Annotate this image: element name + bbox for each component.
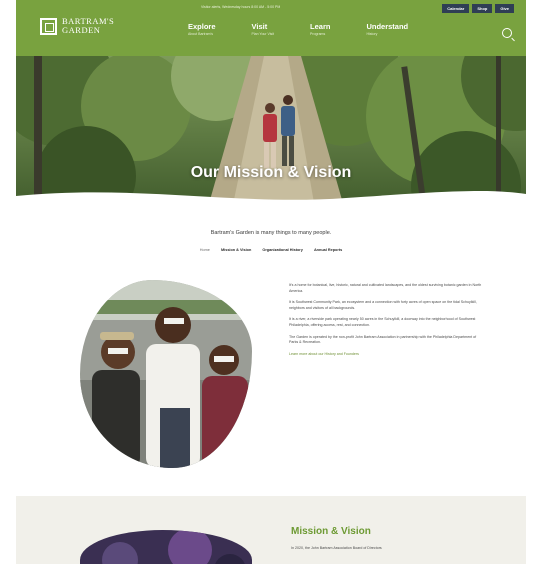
page-title: Our Mission & Vision <box>190 164 352 181</box>
nav-label: Explore <box>188 22 216 31</box>
top-notice[interactable]: Visitor alerts, Wednesday hours 8:00 AM … <box>201 5 280 9</box>
nav-item-learn[interactable]: Learn Programs <box>310 22 330 36</box>
site-logo[interactable]: BARTRAM'S GARDEN <box>40 17 114 35</box>
subnav-mission[interactable]: Mission & Vision <box>221 248 251 252</box>
nav-label: Learn <box>310 22 331 31</box>
nav-sublabel: History <box>366 32 378 36</box>
hero-photo <box>16 56 526 214</box>
utility-nav: Calendar Shop Give <box>442 4 514 13</box>
search-icon[interactable] <box>502 28 512 38</box>
tagline: Bartram's Garden is many things to many … <box>210 230 332 236</box>
logo-icon <box>40 17 57 35</box>
body-paragraph: It is a river, a riverside park operatin… <box>289 317 476 327</box>
give-button[interactable]: Give <box>495 4 514 13</box>
breadcrumb: Home Mission & Vision Organizational His… <box>16 248 526 252</box>
history-link[interactable]: Learn more about our History and Founder… <box>289 352 484 356</box>
hero-banner: Our Mission & Vision <box>16 56 526 214</box>
shop-button[interactable]: Shop <box>472 4 493 13</box>
logo-line2: GARDEN <box>62 25 101 35</box>
nav-sublabel: Plan Your Visit <box>251 32 275 36</box>
nav-label: Visit <box>251 22 268 31</box>
nav-sublabel: About Bartram's <box>188 32 213 36</box>
page: Visitor alerts, Wednesday hours 8:00 AM … <box>16 0 526 564</box>
body-paragraph: It is Southwest Community Park, an ecosy… <box>289 300 477 310</box>
subnav-history[interactable]: Organizational History <box>262 248 303 252</box>
subnav-reports[interactable]: Annual Reports <box>314 248 342 252</box>
mission-body: It's a home for botanical, live, histori… <box>289 283 484 356</box>
nav-item-understand[interactable]: Understand History <box>366 22 408 36</box>
subnav-home[interactable]: Home <box>200 248 210 252</box>
nav-sublabel: Programs <box>310 32 326 36</box>
body-paragraph: The Garden is operated by the non-profit… <box>289 334 477 345</box>
nav-label: Understand <box>366 22 409 31</box>
main-nav: Explore About Bartram's Visit Plan Your … <box>188 22 444 36</box>
group-photo <box>80 280 252 468</box>
nav-item-explore[interactable]: Explore About Bartram's <box>188 22 216 36</box>
site-header: Visitor alerts, Wednesday hours 8:00 AM … <box>16 0 526 56</box>
section-heading: Mission & Vision <box>291 526 371 537</box>
logo-wordmark: BARTRAM'S GARDEN <box>62 17 114 35</box>
body-paragraph: It's a home for botanical, live, histori… <box>289 283 482 293</box>
section-text: In 2020, the John Bartram Association Bo… <box>291 546 382 550</box>
calendar-button[interactable]: Calendar <box>442 4 470 13</box>
nav-item-visit[interactable]: Visit Plan Your Visit <box>252 22 275 36</box>
